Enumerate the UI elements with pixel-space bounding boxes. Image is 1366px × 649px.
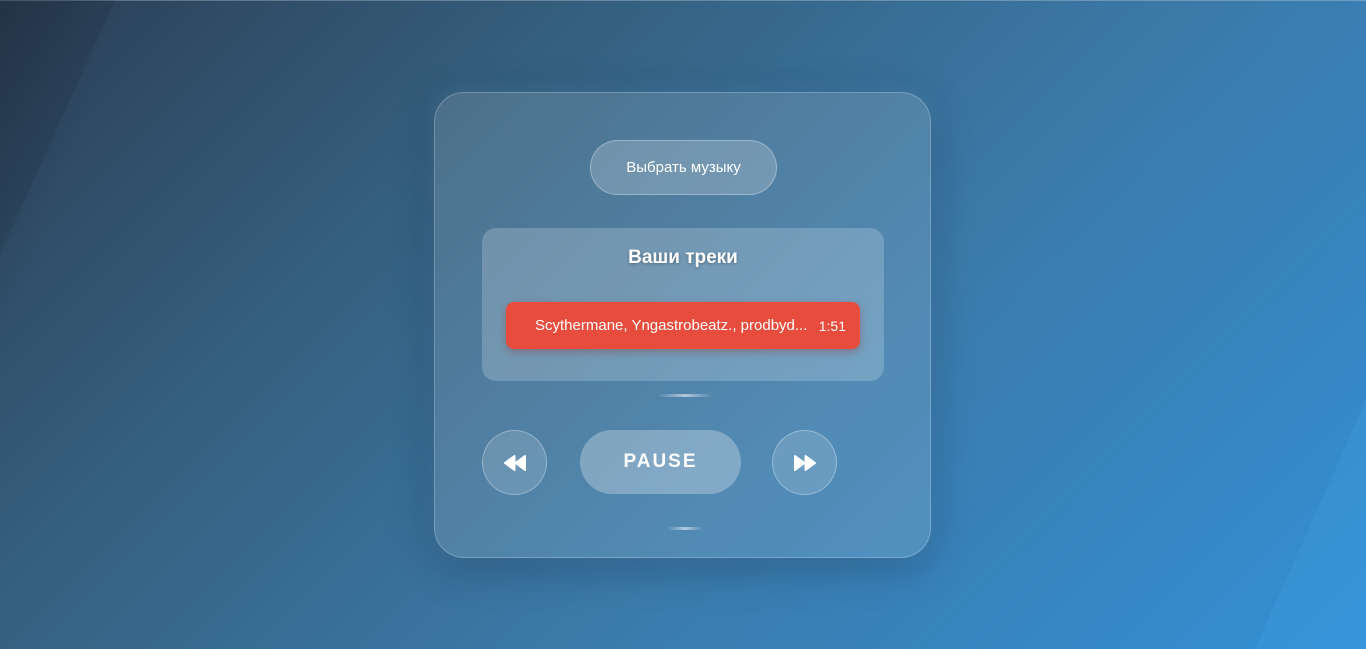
tracks-title: Ваши треки (628, 247, 738, 268)
track-name: Scythermane, Yngastrobeatz., prodbyd... (535, 317, 808, 334)
rewind-icon (502, 454, 528, 472)
tracks-panel: Ваши треки Scythermane, Yngastrobeatz., … (482, 228, 884, 381)
divider (657, 394, 713, 397)
choose-music-button[interactable]: Выбрать музыку (590, 140, 777, 195)
next-track-button[interactable] (772, 430, 837, 495)
top-edge-line (0, 0, 1366, 1)
track-item[interactable]: Scythermane, Yngastrobeatz., prodbyd... … (506, 302, 860, 349)
divider (667, 527, 703, 530)
previous-track-button[interactable] (482, 430, 547, 495)
fast-forward-icon (792, 454, 818, 472)
track-duration: 1:51 (818, 317, 846, 334)
music-player-card: Выбрать музыку Ваши треки Scythermane, Y… (434, 92, 931, 558)
pause-button[interactable]: PAUSE (580, 430, 741, 494)
